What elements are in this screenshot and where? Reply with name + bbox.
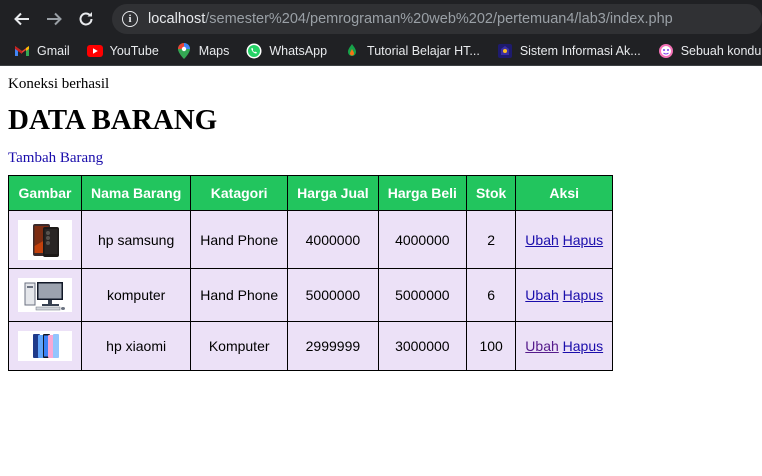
- page-content: Koneksi berhasil DATA BARANG Tambah Bara…: [0, 66, 762, 371]
- cell-category: Komputer: [190, 321, 289, 371]
- back-button[interactable]: [10, 7, 34, 31]
- bookmark-label: WhatsApp: [269, 44, 328, 58]
- edit-link[interactable]: Ubah: [525, 287, 558, 303]
- table-row: hp xiaomi Komputer 2999999 3000000 100 U…: [8, 321, 614, 371]
- header-sell-price: Harga Jual: [287, 175, 379, 211]
- table-row: komputer Hand Phone 5000000 5000000 6 Ub…: [8, 268, 614, 322]
- reload-button[interactable]: [74, 7, 98, 31]
- cell-actions: Ubah Hapus: [515, 321, 614, 371]
- bookmark-konduktor[interactable]: Sebuah konduktor...: [658, 43, 762, 59]
- cell-category: Hand Phone: [190, 268, 289, 322]
- phone-image: [18, 219, 72, 260]
- url-host: localhost: [148, 10, 206, 27]
- bookmark-label: Gmail: [37, 44, 70, 58]
- connection-status: Koneksi berhasil: [8, 76, 110, 92]
- cell-image: [8, 268, 82, 322]
- cell-buy-price: 5000000: [377, 268, 467, 322]
- add-item-link[interactable]: Tambah Barang: [8, 149, 103, 167]
- bookmark-siakad[interactable]: Sistem Informasi Ak...: [497, 43, 641, 59]
- delete-link[interactable]: Hapus: [563, 287, 603, 303]
- bookmark-label: Maps: [198, 44, 230, 58]
- siakad-icon: [497, 43, 513, 59]
- bookmarks-bar: Gmail YouTube Maps WhatsApp Tutorial Bel…: [0, 37, 762, 66]
- info-icon[interactable]: i: [122, 10, 138, 27]
- cell-name: hp samsung: [80, 210, 192, 269]
- bookmark-tutorial[interactable]: Tutorial Belajar HT...: [344, 43, 480, 59]
- cell-stock: 6: [465, 268, 517, 322]
- cell-stock: 100: [465, 321, 517, 371]
- cell-sell-price: 5000000: [287, 268, 379, 322]
- header-image: Gambar: [8, 175, 82, 211]
- bookmark-label: Sebuah konduktor...: [680, 44, 762, 58]
- whatsapp-icon: [246, 43, 262, 59]
- browser-toolbar: i localhost/semester%204/pemrograman%20w…: [0, 0, 762, 37]
- cell-category: Hand Phone: [190, 210, 289, 269]
- cell-stock: 2: [465, 210, 517, 269]
- cell-image: [8, 321, 82, 371]
- edit-link[interactable]: Ubah: [525, 338, 558, 354]
- reload-icon: [79, 11, 93, 25]
- gmail-icon: [14, 43, 30, 59]
- delete-link[interactable]: Hapus: [563, 232, 603, 248]
- cell-buy-price: 3000000: [377, 321, 467, 371]
- cell-actions: Ubah Hapus: [515, 268, 614, 322]
- cell-sell-price: 2999999: [287, 321, 379, 371]
- konduktor-icon: [658, 43, 674, 59]
- page-title: DATA BARANG: [8, 104, 218, 136]
- table-header-row: Gambar Nama Barang Katagori Harga Jual H…: [8, 175, 614, 211]
- cell-actions: Ubah Hapus: [515, 210, 614, 269]
- table-row: hp samsung Hand Phone 4000000 4000000 2 …: [8, 210, 614, 269]
- header-actions: Aksi: [515, 175, 614, 211]
- cell-sell-price: 4000000: [287, 210, 379, 269]
- youtube-icon: [86, 43, 103, 59]
- cell-name: komputer: [80, 268, 192, 322]
- bookmark-whatsapp[interactable]: WhatsApp: [246, 43, 327, 59]
- bookmark-maps[interactable]: Maps: [176, 43, 230, 59]
- bookmark-youtube[interactable]: YouTube: [86, 43, 159, 59]
- computer-image: [18, 278, 72, 312]
- header-stock: Stok: [465, 175, 517, 211]
- arrow-right-icon: [47, 12, 62, 25]
- phones-image: [18, 331, 72, 361]
- items-table: Gambar Nama Barang Katagori Harga Jual H…: [8, 175, 614, 371]
- edit-link[interactable]: Ubah: [525, 232, 558, 248]
- maps-icon: [176, 43, 192, 59]
- bookmark-label: Sistem Informasi Ak...: [519, 44, 641, 58]
- cell-name: hp xiaomi: [80, 321, 192, 371]
- bookmark-label: Tutorial Belajar HT...: [367, 44, 480, 58]
- cell-image: [8, 210, 82, 269]
- address-bar[interactable]: i localhost/semester%204/pemrograman%20w…: [112, 3, 762, 34]
- arrow-left-icon: [14, 12, 29, 25]
- header-buy-price: Harga Beli: [377, 175, 467, 211]
- cell-buy-price: 4000000: [377, 210, 467, 269]
- delete-link[interactable]: Hapus: [563, 338, 603, 354]
- header-name: Nama Barang: [80, 175, 192, 211]
- forward-button[interactable]: [42, 7, 66, 31]
- bookmark-gmail[interactable]: Gmail: [14, 43, 70, 59]
- tutorial-icon: [344, 43, 360, 59]
- url-path: /semester%204/pemrograman%20web%202/pert…: [205, 10, 673, 27]
- bookmark-label: YouTube: [109, 44, 159, 58]
- header-category: Katagori: [190, 175, 289, 211]
